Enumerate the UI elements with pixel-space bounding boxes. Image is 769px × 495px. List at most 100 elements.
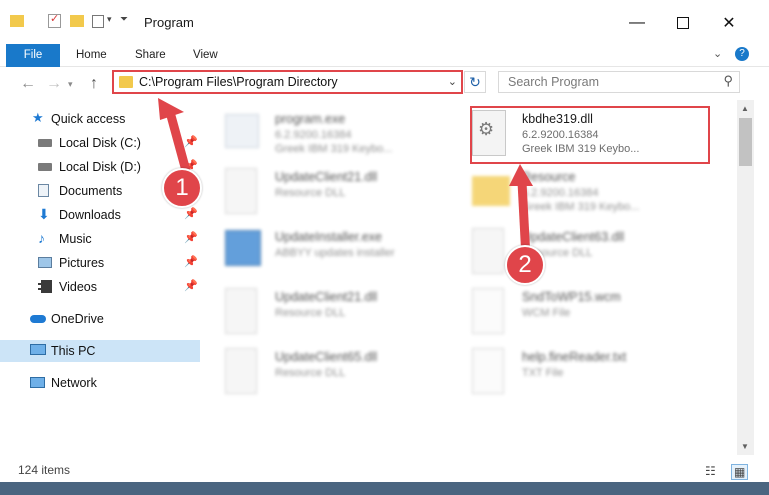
- scroll-down-icon[interactable]: ▼: [741, 442, 749, 451]
- file-name: program.exe: [275, 112, 346, 126]
- sidebar-item-label: Documents: [59, 184, 123, 198]
- qa-overflow-icon[interactable]: ⏷: [120, 14, 128, 25]
- network-icon: [30, 377, 45, 388]
- file-meta: Resource DLL: [275, 307, 346, 319]
- sidebar-item-onedrive[interactable]: OneDrive: [0, 308, 200, 330]
- star-icon: ★: [32, 110, 44, 125]
- recent-locations-icon[interactable]: ▾: [68, 79, 73, 90]
- music-icon: ♪: [38, 230, 45, 246]
- up-icon[interactable]: ↑: [90, 75, 98, 93]
- sidebar-item-label: Music: [59, 232, 92, 246]
- help-icon[interactable]: ?: [735, 47, 749, 61]
- dll-icon: [225, 288, 257, 334]
- file-item[interactable]: UpdateClient65.dll Resource DLL: [225, 346, 460, 396]
- scroll-thumb[interactable]: [739, 118, 752, 166]
- sidebar-item-videos[interactable]: Videos 📌: [0, 276, 200, 298]
- file-item[interactable]: help.fineReader.txt TXT File: [472, 346, 707, 396]
- close-button[interactable]: ✕: [706, 8, 752, 38]
- sidebar-item-local-disk-c[interactable]: Local Disk (C:) 📌: [0, 132, 200, 154]
- ribbon: File Home Share View ⌄ ?: [0, 44, 769, 94]
- file-name: UpdateClient65.dll: [275, 350, 378, 364]
- maximize-button[interactable]: [660, 8, 706, 38]
- file-name: UpdateInstaller.exe: [275, 230, 383, 244]
- file-meta: 6.2.9200.16384: [522, 187, 599, 199]
- onedrive-icon: [30, 315, 46, 323]
- details-view-icon[interactable]: ☷: [705, 464, 716, 478]
- file-item[interactable]: UpdateInstaller.exe ABBYY updates instal…: [225, 226, 460, 276]
- address-dropdown-icon[interactable]: ⌄: [448, 75, 457, 88]
- maximize-icon: [677, 17, 689, 29]
- sidebar-item-quick-access[interactable]: ★ Quick access: [0, 108, 200, 130]
- file-icon: [472, 288, 504, 334]
- file-meta: Greek IBM 319 Keybo...: [275, 143, 393, 155]
- dll-icon: [225, 168, 257, 214]
- drive-icon: [38, 139, 52, 147]
- properties-icon[interactable]: ✓: [48, 13, 61, 28]
- search-box[interactable]: Search Program ⚲: [498, 71, 740, 93]
- window-title: Program: [144, 15, 194, 30]
- pin-icon[interactable]: 📌: [184, 231, 198, 244]
- file-item[interactable]: SndToWP15.wcm WCM File: [472, 286, 707, 336]
- folder-icon: [119, 76, 133, 88]
- vertical-scrollbar[interactable]: ▲ ▼: [737, 100, 754, 455]
- desktop-background: [0, 482, 769, 495]
- sidebar-item-label: Quick access: [51, 112, 126, 126]
- sidebar-item-downloads[interactable]: ⬇ Downloads 📌: [0, 204, 200, 226]
- address-bar[interactable]: C:\Program Files\Program Directory ⌄: [112, 70, 463, 94]
- sidebar-item-network[interactable]: Network: [0, 372, 200, 394]
- tab-view[interactable]: View: [193, 44, 218, 66]
- exe-icon: [225, 114, 259, 148]
- pin-icon[interactable]: 📌: [184, 279, 198, 292]
- scroll-up-icon[interactable]: ▲: [741, 104, 749, 113]
- callout-2: 2: [505, 245, 545, 285]
- sidebar-item-this-pc[interactable]: This PC: [0, 340, 200, 362]
- sidebar-item-pictures[interactable]: Pictures 📌: [0, 252, 200, 274]
- large-icons-view-icon[interactable]: ▦: [731, 464, 749, 480]
- qa-dropdown-icon[interactable]: ▾: [107, 14, 112, 25]
- back-icon[interactable]: ←: [20, 75, 36, 93]
- videos-icon: [38, 280, 52, 293]
- pin-icon[interactable]: 📌: [184, 207, 198, 220]
- file-meta: 6.2.9200.16384: [275, 129, 352, 141]
- search-placeholder: Search Program: [508, 75, 600, 89]
- file-item[interactable]: UpdateClient21.dll Resource DLL: [225, 286, 460, 336]
- dll-icon: [225, 348, 257, 394]
- refresh-button[interactable]: ↻: [464, 71, 486, 93]
- close-icon: ✕: [722, 15, 736, 32]
- folder-icon: [10, 15, 24, 27]
- tab-share[interactable]: Share: [135, 44, 166, 66]
- file-meta: TXT File: [522, 367, 564, 379]
- sidebar-item-label: This PC: [51, 344, 96, 358]
- sidebar-item-label: Local Disk (D:): [59, 160, 141, 174]
- file-item[interactable]: UpdateClient21.dll Resource DLL: [225, 166, 460, 216]
- file-name: SndToWP15.wcm: [522, 290, 621, 304]
- minimize-icon: —: [629, 14, 645, 31]
- new-folder-icon[interactable]: [70, 15, 84, 27]
- this-pc-icon: [30, 344, 46, 355]
- minimize-button[interactable]: —: [614, 8, 660, 38]
- status-bar: 124 items ☷ ▦: [0, 458, 769, 482]
- tab-home[interactable]: Home: [76, 44, 107, 66]
- sidebar-item-label: Downloads: [59, 208, 121, 222]
- expand-ribbon-icon[interactable]: ⌄: [713, 47, 722, 60]
- file-item[interactable]: Resource 6.2.9200.16384 Greek IBM 319 Ke…: [472, 166, 707, 216]
- customize-toolbar-icon[interactable]: [92, 15, 104, 28]
- title-bar: ✓ ▾ ⏷ Program — ✕: [0, 0, 769, 44]
- dll-icon: [472, 228, 504, 274]
- documents-icon: [38, 184, 49, 197]
- file-meta: Resource DLL: [275, 367, 346, 379]
- drive-icon: [38, 163, 52, 171]
- forward-icon[interactable]: →: [46, 75, 62, 93]
- sidebar-item-music[interactable]: ♪ Music 📌: [0, 228, 200, 250]
- pin-icon[interactable]: 📌: [184, 135, 198, 148]
- file-meta: WCM File: [522, 307, 571, 319]
- address-path: C:\Program Files\Program Directory: [139, 75, 338, 89]
- file-item[interactable]: program.exe 6.2.9200.16384 Greek IBM 319…: [225, 108, 460, 158]
- pictures-icon: [38, 257, 52, 268]
- txt-icon: [472, 348, 504, 394]
- pin-icon[interactable]: 📌: [184, 255, 198, 268]
- sidebar-item-label: Local Disk (C:): [59, 136, 141, 150]
- file-meta: Resource DLL: [275, 187, 346, 199]
- file-name: Resource: [522, 170, 576, 184]
- file-meta: ABBYY updates installer: [275, 247, 395, 259]
